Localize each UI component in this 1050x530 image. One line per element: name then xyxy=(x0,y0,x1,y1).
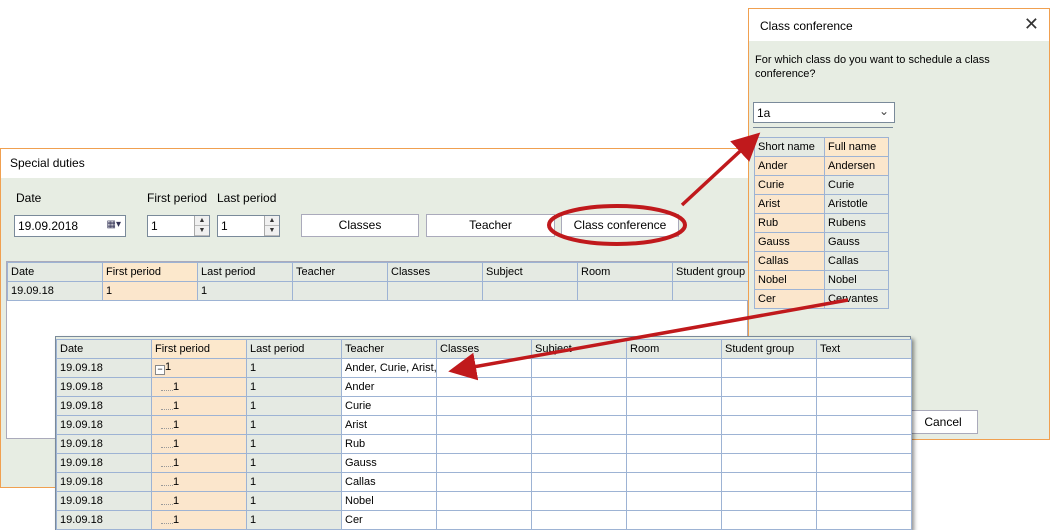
highlight-circle xyxy=(547,204,687,246)
annotation-overlay xyxy=(448,132,849,381)
arrow-to-grid xyxy=(448,298,849,381)
arrow-to-dialog xyxy=(680,132,761,207)
